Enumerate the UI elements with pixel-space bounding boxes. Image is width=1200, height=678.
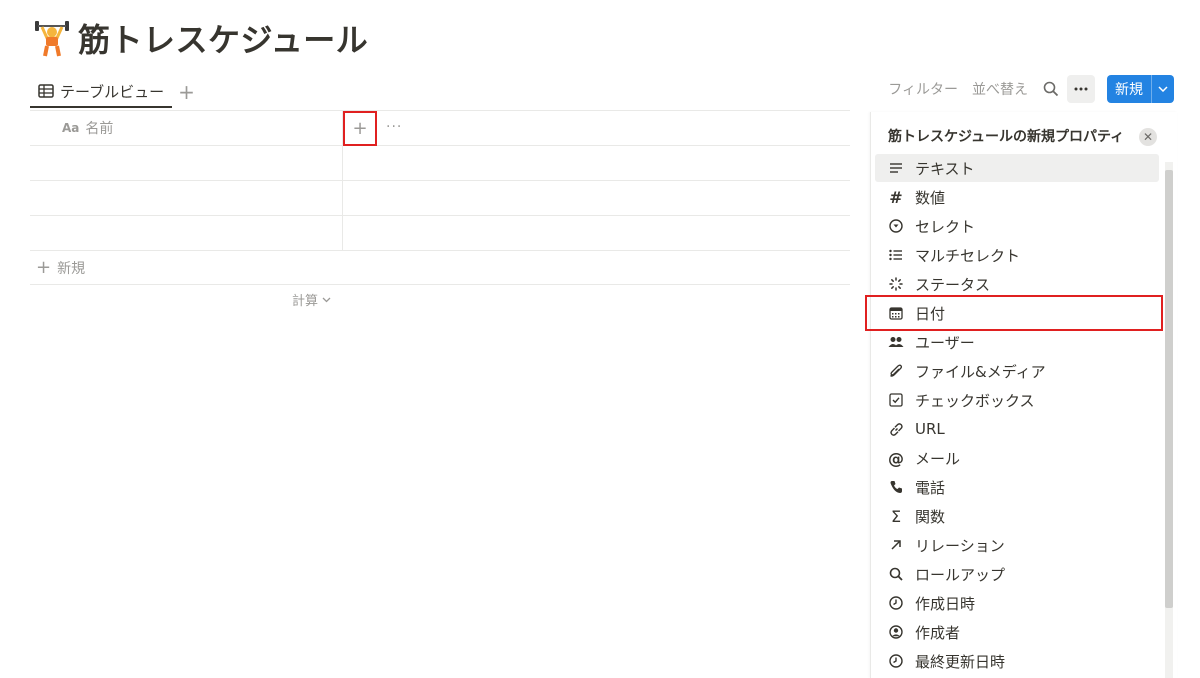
property-type-label: 電話 [915, 478, 946, 497]
chevron-down-icon [322, 297, 331, 302]
property-type-label: 日付 [915, 304, 946, 323]
property-type-created-time[interactable]: 作成日時 [875, 589, 1159, 617]
property-type-label: セレクト [915, 217, 976, 236]
property-type-email[interactable]: @ メール [875, 444, 1159, 472]
text-type-icon: Aa [62, 121, 80, 135]
property-type-label: チェックボックス [915, 391, 1035, 410]
property-type-label: リレーション [915, 536, 1005, 555]
property-type-label: ユーザー [915, 333, 975, 352]
tab-table-view[interactable]: テーブルビュー [30, 76, 173, 108]
property-type-label: 作成者 [915, 623, 961, 642]
table-row[interactable] [30, 181, 850, 215]
clock-icon [887, 594, 905, 612]
property-type-label: メール [915, 449, 961, 468]
scrollbar-thumb[interactable] [1165, 170, 1173, 608]
property-type-rollup[interactable]: ロールアップ [875, 560, 1159, 588]
column-header-name[interactable]: Aa 名前 [62, 111, 113, 145]
multiselect-icon [887, 246, 905, 264]
search-icon [887, 565, 905, 583]
property-type-number[interactable]: # 数値 [875, 183, 1159, 211]
property-type-text[interactable]: テキスト [875, 154, 1159, 182]
property-type-label: ファイル&メディア [915, 362, 1046, 381]
add-row-label: 新規 [57, 260, 86, 277]
select-icon [887, 217, 905, 235]
table-row[interactable] [30, 216, 850, 250]
clock-icon [887, 652, 905, 670]
property-type-label: テキスト [915, 159, 975, 178]
weight-lifter-icon [35, 21, 69, 57]
cell-divider [342, 216, 343, 250]
arrow-up-right-icon [887, 536, 905, 554]
sort-button[interactable]: 並べ替え [965, 79, 1035, 99]
plus-icon: + [36, 257, 52, 278]
property-type-status[interactable]: ステータス [875, 270, 1159, 298]
property-type-label: 数値 [915, 188, 946, 207]
property-type-date[interactable]: 日付 [875, 299, 1159, 327]
property-type-multiselect[interactable]: マルチセレクト [875, 241, 1159, 269]
property-type-label: 作成日時 [915, 594, 976, 613]
close-icon[interactable]: ✕ [1139, 128, 1157, 146]
property-type-relation[interactable]: リレーション [875, 531, 1159, 559]
cell-divider [342, 181, 343, 215]
property-type-created-by[interactable]: 作成者 [875, 618, 1159, 646]
database-toolbar: フィルター 並べ替え 新規 [881, 74, 1174, 104]
table-header-row: Aa 名前 + ··· [30, 111, 850, 146]
new-button[interactable]: 新規 [1107, 75, 1174, 103]
calculate-button[interactable]: 計算 [292, 290, 331, 309]
property-type-label: 関数 [915, 507, 946, 526]
property-type-select[interactable]: セレクト [875, 212, 1159, 240]
page-title-area: 筋トレスケジュール [34, 14, 368, 62]
checkbox-icon [887, 391, 905, 409]
column-header-label: 名前 [85, 121, 114, 137]
user-circle-icon [887, 623, 905, 641]
search-icon[interactable] [1039, 77, 1063, 101]
calendar-icon [887, 304, 905, 322]
plus-icon: + [352, 118, 368, 139]
at-icon: @ [888, 448, 904, 468]
filter-button[interactable]: フィルター [881, 79, 965, 99]
new-property-panel: 筋トレスケジュールの新規プロパティ ✕ テキスト # 数値 セレクト マルチセレ… [865, 112, 1177, 678]
property-type-label: URL [915, 420, 945, 438]
property-type-label: ロールアップ [915, 565, 1006, 584]
cell-divider [342, 146, 343, 180]
tab-label: テーブルビュー [60, 82, 165, 101]
users-icon [887, 333, 905, 351]
property-type-label: 最終更新日時 [915, 652, 1006, 671]
sigma-icon: Σ [890, 506, 902, 526]
property-type-phone[interactable]: 電話 [875, 473, 1159, 501]
database-table: Aa 名前 + ··· + 新規 計算 [30, 110, 850, 309]
text-icon [887, 159, 905, 177]
property-type-label: ステータス [915, 275, 991, 294]
property-type-formula[interactable]: Σ 関数 [875, 502, 1159, 530]
new-button-label[interactable]: 新規 [1107, 75, 1151, 103]
add-row-button[interactable]: + 新規 [30, 251, 850, 284]
add-property-button[interactable]: + [343, 111, 377, 146]
calculate-label: 計算 [292, 294, 319, 309]
panel-title: 筋トレスケジュールの新規プロパティ [888, 129, 1125, 145]
add-view-plus-icon[interactable]: + [178, 82, 195, 102]
property-type-checkbox[interactable]: チェックボックス [875, 386, 1159, 414]
chevron-down-icon[interactable] [1152, 75, 1174, 103]
table-icon [38, 84, 54, 98]
page-title[interactable]: 筋トレスケジュール [78, 15, 368, 61]
paperclip-icon [887, 362, 905, 380]
row-divider [30, 284, 850, 285]
property-type-label: マルチセレクト [915, 246, 1021, 265]
phone-icon [887, 478, 905, 496]
property-type-files[interactable]: ファイル&メディア [875, 357, 1159, 385]
view-tabs: テーブルビュー + [30, 76, 195, 108]
hash-icon: # [889, 187, 903, 207]
table-row[interactable] [30, 146, 850, 180]
link-icon [887, 420, 905, 438]
more-icon[interactable] [1067, 75, 1095, 103]
property-type-person[interactable]: ユーザー [875, 328, 1159, 356]
header-more-icon[interactable]: ··· [386, 119, 402, 135]
property-type-last-edited-time[interactable]: 最終更新日時 [875, 647, 1159, 675]
status-icon [887, 275, 905, 293]
property-type-url[interactable]: URL [875, 415, 1159, 443]
